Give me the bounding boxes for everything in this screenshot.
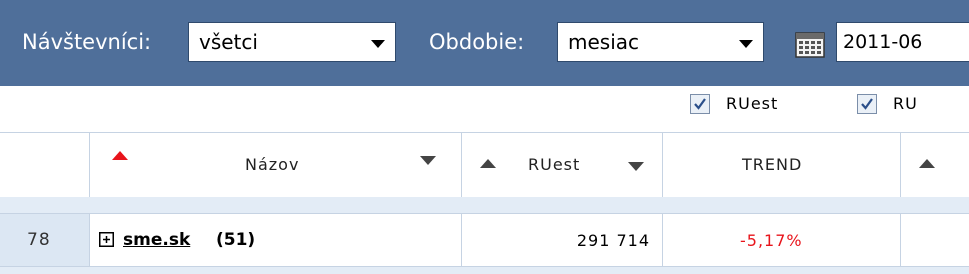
ruest-checkbox-label: RUest xyxy=(726,94,779,113)
column-divider xyxy=(900,133,901,197)
column-divider xyxy=(89,214,90,266)
column-header-name[interactable]: Názov xyxy=(90,133,461,197)
column-header-next[interactable] xyxy=(901,133,969,197)
check-icon xyxy=(861,98,873,110)
trend-value: -5,17% xyxy=(740,231,803,250)
date-value: 2011-06 xyxy=(843,31,923,53)
table-next-row xyxy=(0,267,969,274)
site-count: (51) xyxy=(216,230,256,250)
column-divider xyxy=(89,133,90,197)
ruest-checkbox[interactable] xyxy=(690,94,710,114)
date-input[interactable]: 2011-06 xyxy=(836,22,969,62)
sort-asc-icon[interactable] xyxy=(919,159,935,168)
visitors-select[interactable]: všetci xyxy=(188,22,396,62)
column-header-name-label: Názov xyxy=(245,155,300,174)
sort-desc-icon[interactable] xyxy=(628,162,644,171)
visitors-select-value: všetci xyxy=(199,30,258,54)
column-header-ruest-label: RUest xyxy=(528,155,581,174)
table-row[interactable]: 78 sme.sk (51) 291 714 -5,17% xyxy=(0,214,969,267)
period-label: Obdobie: xyxy=(429,30,525,54)
visitors-label: Návštevníci: xyxy=(22,30,152,54)
column-divider xyxy=(461,133,462,197)
column-divider xyxy=(461,214,462,266)
column-header-trend-label: TREND xyxy=(742,155,803,174)
period-select[interactable]: mesiac xyxy=(557,22,764,62)
column-header-ruest[interactable]: RUest xyxy=(462,133,662,197)
filter-toolbar: Návštevníci: všetci Obdobie: mesiac 2011… xyxy=(0,0,969,86)
plus-box-icon[interactable] xyxy=(99,232,114,247)
chevron-down-icon xyxy=(739,40,753,48)
sort-desc-icon[interactable] xyxy=(420,156,436,165)
table-header: Názov RUest TREND xyxy=(0,132,969,198)
ruest-value: 291 714 xyxy=(576,231,650,250)
calendar-icon[interactable] xyxy=(795,30,825,58)
ru-checkbox-label: RU xyxy=(893,94,918,113)
rank-value: 78 xyxy=(27,230,51,250)
rank-cell: 78 xyxy=(0,214,89,266)
sort-asc-icon[interactable] xyxy=(480,159,496,168)
sort-asc-active-icon[interactable] xyxy=(112,151,128,160)
site-link[interactable]: sme.sk xyxy=(123,230,190,250)
check-icon xyxy=(694,98,706,110)
column-divider xyxy=(900,214,901,266)
column-header-trend: TREND xyxy=(663,133,900,197)
column-divider xyxy=(662,214,663,266)
column-divider xyxy=(662,133,663,197)
chevron-down-icon xyxy=(371,40,385,48)
period-select-value: mesiac xyxy=(568,30,640,54)
ru-checkbox[interactable] xyxy=(857,94,877,114)
table-spacer-row xyxy=(0,197,969,214)
